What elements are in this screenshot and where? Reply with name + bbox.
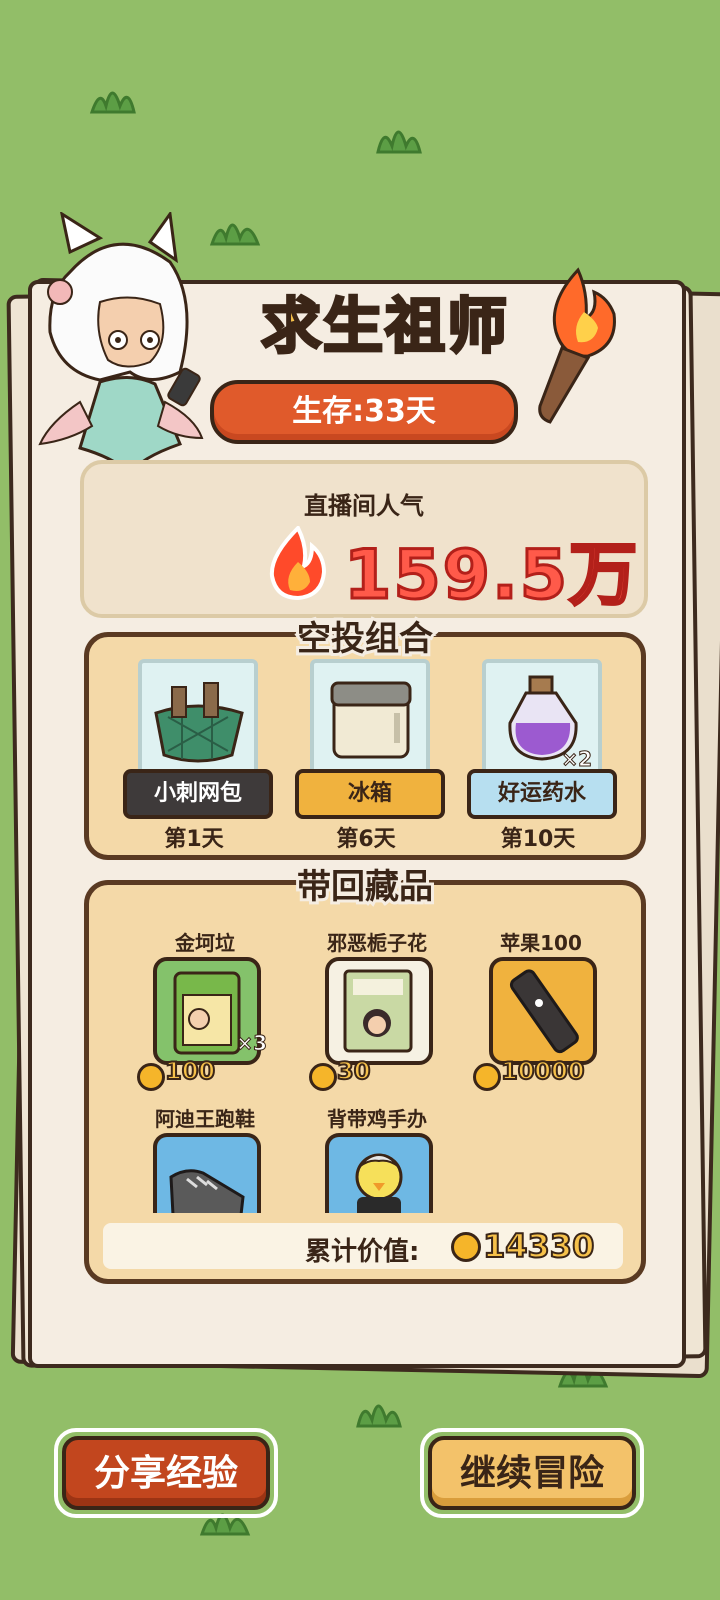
total-value-amount: 14330 [482, 1226, 595, 1266]
collectible-quantity: ×3 [236, 1031, 268, 1056]
refrigerator-icon [330, 681, 412, 759]
airdrop-item[interactable]: ×2 好运药水 第10天 [467, 659, 617, 859]
airdrop-item-name: 冰箱 [295, 769, 445, 819]
collectible-price: 30 [336, 1056, 371, 1086]
share-experience-button[interactable]: 分享经验 [54, 1428, 278, 1518]
collectible-item[interactable]: 邪恶栀子花 30 [297, 927, 457, 1091]
phone-icon [509, 969, 579, 1054]
continue-adventure-label: 继续冒险 [428, 1436, 636, 1510]
collectible-price: 10000 [500, 1056, 585, 1086]
grass-decoration [209, 223, 261, 246]
airdrop-section-title: 空投组合 [294, 616, 436, 662]
chick-figure-icon [355, 1153, 403, 1213]
popularity-panel: 直播间人气 159.5万 [80, 460, 648, 618]
sneaker-icon [169, 1169, 245, 1213]
airdrop-item[interactable]: 小刺网包 第1天 [123, 659, 273, 859]
book-icon [343, 969, 413, 1053]
airdrop-item-frame [310, 659, 430, 779]
continue-adventure-button[interactable]: 继续冒险 [420, 1428, 644, 1518]
grass-decoration [89, 91, 136, 114]
collectible-name: 苹果100 [500, 931, 582, 955]
collectible-item[interactable]: 金坷垃 ×3 100 [125, 927, 285, 1091]
collectible-name: 阿迪王跑鞋 [155, 1107, 255, 1131]
airdrop-item-name: 小刺网包 [123, 769, 273, 819]
total-value-bar: 累计价值: 14330 [103, 1223, 623, 1269]
collectibles-section: 带回藏品 金坷垃 ×3 100 邪恶栀子花 30 苹果100 10000 阿迪王… [84, 864, 646, 1284]
airdrop-item-quantity: ×2 [561, 747, 593, 772]
airdrop-item-frame [138, 659, 258, 779]
net-bag-icon [154, 682, 244, 763]
collectible-frame [153, 1133, 261, 1213]
collectible-price: 100 [164, 1056, 216, 1086]
airdrop-section: 空投组合 小刺网包 第1天 冰箱 第6天 ×2 好运药水 第10天 [84, 616, 646, 860]
game-title: 求生祖师 [260, 291, 509, 364]
coin-icon [473, 1063, 501, 1091]
collectible-frame [325, 1133, 433, 1213]
popularity-label: 直播间人气 [304, 492, 424, 520]
airdrop-item-day: 第1天 [164, 827, 224, 852]
airdrop-item-frame: ×2 [482, 659, 602, 779]
airdrop-item-day: 第6天 [336, 827, 396, 852]
airdrop-item[interactable]: 冰箱 第6天 [295, 659, 445, 859]
collectible-name: 邪恶栀子花 [327, 931, 427, 955]
torch-icon [538, 267, 616, 424]
collectible-frame [325, 957, 433, 1065]
collectible-item[interactable]: 苹果100 10000 [461, 927, 621, 1091]
collectible-name: 背带鸡手办 [327, 1107, 427, 1131]
collectible-item[interactable]: 阿迪王跑鞋 [125, 1103, 285, 1213]
coin-icon [309, 1063, 337, 1091]
total-value-label: 累计价值: [305, 1237, 420, 1267]
coin-icon [137, 1063, 165, 1091]
collectible-name: 金坷垃 [175, 931, 235, 955]
popularity-value: 159.5万 [342, 535, 640, 617]
collectibles-section-title: 带回藏品 [294, 864, 436, 910]
grass-decoration [356, 1404, 402, 1428]
collectible-item[interactable]: 背带鸡手办 [297, 1103, 457, 1213]
fire-icon [269, 526, 327, 600]
airdrop-item-name: 好运药水 [467, 769, 617, 819]
grass-decoration [376, 130, 422, 154]
survival-days-badge: 生存:33天 [210, 380, 518, 444]
share-experience-label: 分享经验 [62, 1436, 270, 1510]
collectible-frame [489, 957, 597, 1065]
coin-icon [451, 1232, 481, 1262]
airdrop-item-day: 第10天 [500, 827, 576, 852]
character-portrait [38, 212, 204, 477]
